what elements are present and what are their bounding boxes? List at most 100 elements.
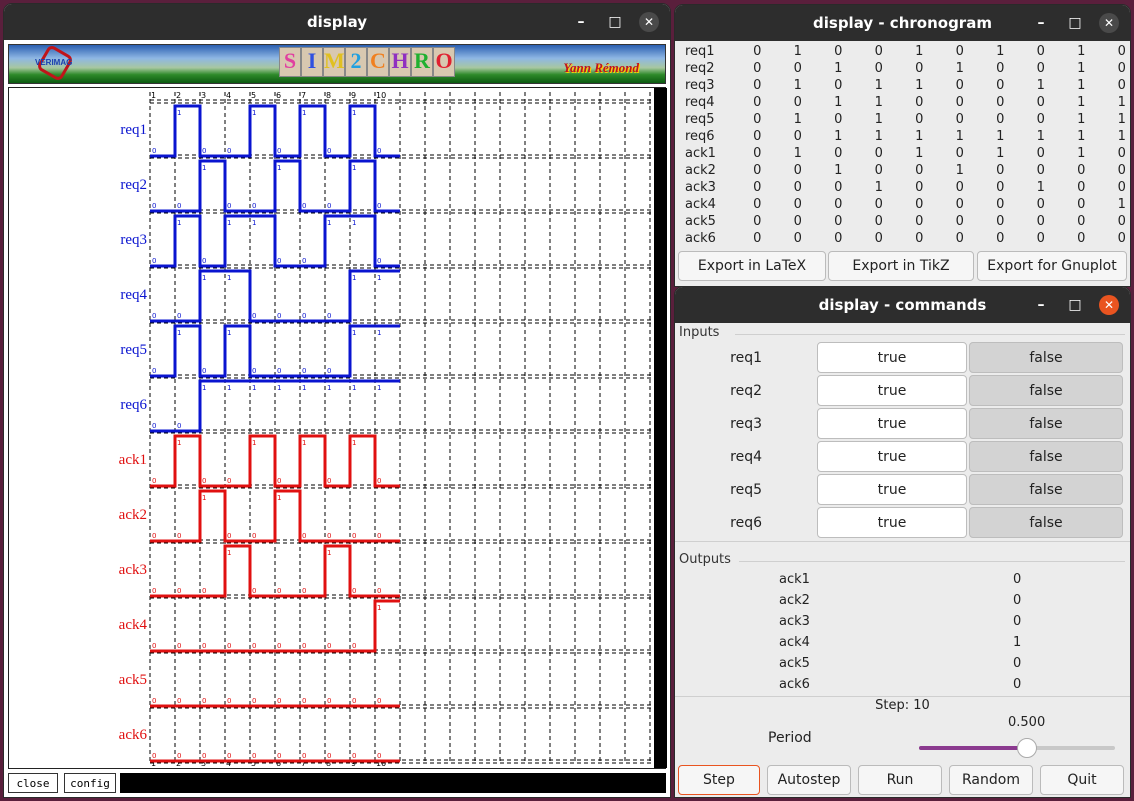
period-slider-handle[interactable]	[1016, 738, 1037, 758]
signal-value: 1	[1077, 61, 1086, 76]
display-bottom-bar: close config	[8, 773, 666, 793]
signal-value: 0	[874, 44, 883, 59]
output-name: ack4	[779, 635, 810, 650]
signal-name: req2	[685, 61, 715, 76]
signal-value: 1	[834, 95, 843, 110]
req4-true-button[interactable]: true	[817, 441, 967, 472]
signal-label: req3	[120, 232, 147, 248]
req3-true-button[interactable]: true	[817, 408, 967, 439]
waveform-value-label: 0	[252, 697, 256, 705]
waveform-value-label: 1	[227, 329, 231, 337]
signal-value: 0	[1077, 214, 1086, 229]
close-button[interactable]: close	[8, 773, 58, 793]
req1-false-button[interactable]: false	[969, 342, 1123, 373]
waveform-value-label: 0	[302, 697, 306, 705]
signal-value: 1	[834, 163, 843, 178]
signal-value: 0	[753, 146, 762, 161]
random-button[interactable]: Random	[949, 765, 1033, 795]
waveform-value-label: 1	[252, 384, 256, 392]
waveform-value-label: 0	[327, 477, 331, 485]
tick-label-top: 10	[376, 91, 386, 100]
signal-value: 0	[1036, 163, 1045, 178]
chronogram-titlebar[interactable]: display - chronogram – □ ✕	[675, 5, 1130, 41]
waveform-value-label: 0	[152, 587, 156, 595]
waveform-value-label: 1	[202, 274, 206, 282]
input-name: req6	[730, 515, 762, 531]
signal-value: 0	[874, 214, 883, 229]
tick-label-top: 7	[301, 91, 306, 100]
req5-false-button[interactable]: false	[969, 474, 1123, 505]
simchro-letter: S	[279, 47, 301, 77]
close-window-button[interactable]: ✕	[634, 7, 664, 37]
maximize-icon[interactable]: □	[600, 7, 630, 37]
vertical-scrollbar[interactable]	[654, 88, 667, 768]
commands-titlebar[interactable]: display - commands – □ ✕	[675, 287, 1130, 323]
signal-value: 0	[996, 112, 1005, 127]
verimag-logo: VERIMAG	[35, 43, 75, 83]
waveform-value-label: 0	[377, 752, 381, 760]
signal-value: 1	[1077, 146, 1086, 161]
waveform-value-label: 0	[377, 587, 381, 595]
req3-false-button[interactable]: false	[969, 408, 1123, 439]
export-latex-button[interactable]: Export in LaTeX	[678, 251, 826, 281]
tick-label-top: 5	[251, 91, 256, 100]
minimize-icon[interactable]: –	[1026, 290, 1056, 320]
waveform-value-label: 0	[227, 752, 231, 760]
signal-value: 0	[753, 197, 762, 212]
waveform-value-label: 0	[327, 697, 331, 705]
minimize-icon[interactable]: –	[1026, 8, 1056, 38]
autostep-button[interactable]: Autostep	[767, 765, 851, 795]
run-button[interactable]: Run	[858, 765, 942, 795]
waveform-value-label: 0	[302, 202, 306, 210]
signal-value: 0	[955, 180, 964, 195]
waveform-value-label: 1	[202, 384, 206, 392]
chronogram-row: ack5 0 0 0 0 0 0 0 0 0 0	[685, 213, 1130, 230]
section-divider	[675, 541, 1130, 542]
signal-value: 0	[1077, 180, 1086, 195]
waveform-value-label: 1	[352, 164, 356, 172]
display-titlebar[interactable]: display – □ ✕	[4, 4, 670, 40]
waveform-value-label: 0	[327, 752, 331, 760]
output-value: 0	[1013, 593, 1022, 608]
signal-value: 1	[996, 44, 1005, 59]
signal-value: 1	[1077, 95, 1086, 110]
step-button[interactable]: Step	[678, 765, 760, 795]
signal-name: ack2	[685, 163, 716, 178]
req5-true-button[interactable]: true	[817, 474, 967, 505]
req4-false-button[interactable]: false	[969, 441, 1123, 472]
signal-value: 1	[874, 78, 883, 93]
maximize-icon[interactable]: □	[1060, 290, 1090, 320]
input-name: req2	[730, 383, 762, 399]
close-window-button[interactable]: ✕	[1094, 8, 1124, 38]
output-value: 0	[1013, 572, 1022, 587]
display-window: display – □ ✕ VERIMAG SIM2CHRO Yann Rémo…	[4, 4, 670, 797]
minimize-icon[interactable]: –	[566, 7, 596, 37]
close-window-button[interactable]: ✕	[1094, 290, 1124, 320]
signal-name: ack1	[685, 146, 716, 161]
waveform-ack1	[150, 434, 400, 488]
waveform-value-label: 1	[202, 494, 206, 502]
export-gnuplot-button[interactable]: Export for Gnuplot	[977, 251, 1127, 281]
quit-button[interactable]: Quit	[1040, 765, 1124, 795]
input-name: req1	[730, 350, 762, 366]
signal-value: 1	[793, 146, 802, 161]
waveform-value-label: 0	[152, 477, 156, 485]
waveform-value-label: 1	[227, 219, 231, 227]
signal-value: 0	[915, 95, 924, 110]
req6-true-button[interactable]: true	[817, 507, 967, 538]
window-controls: – □ ✕	[566, 4, 664, 40]
signal-value: 1	[996, 129, 1005, 144]
export-tikz-button[interactable]: Export in TikZ	[828, 251, 974, 281]
req2-true-button[interactable]: true	[817, 375, 967, 406]
req1-true-button[interactable]: true	[817, 342, 967, 373]
req6-false-button[interactable]: false	[969, 507, 1123, 538]
maximize-icon[interactable]: □	[1060, 8, 1090, 38]
period-label: Period	[768, 730, 812, 746]
signal-value: 1	[1117, 95, 1126, 110]
signal-value: 0	[874, 163, 883, 178]
signal-value: 0	[1117, 231, 1126, 246]
signal-name: req4	[685, 95, 715, 110]
signal-value: 0	[753, 44, 762, 59]
req2-false-button[interactable]: false	[969, 375, 1123, 406]
config-button[interactable]: config	[64, 773, 116, 793]
